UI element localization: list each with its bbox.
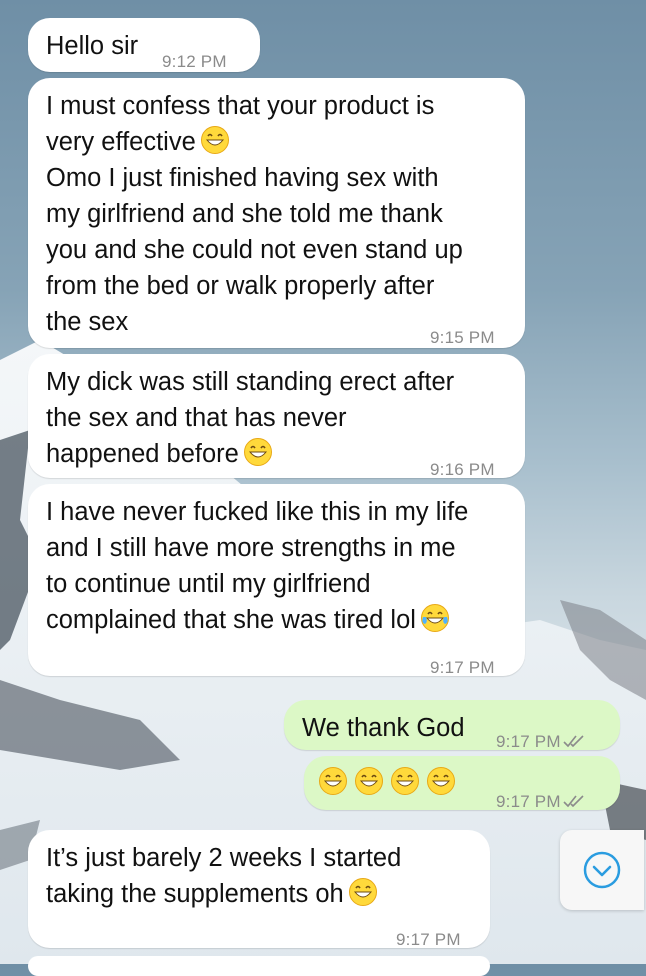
message-line: happened before <box>46 440 239 468</box>
incoming-message[interactable]: I must confess that your product is very… <box>28 78 525 348</box>
message-line: the sex and that has never <box>46 404 347 432</box>
grinning-face-icon <box>355 767 383 795</box>
message-time: 9:17 PM <box>496 732 561 751</box>
message-line: you and she could not even stand up <box>46 236 463 264</box>
message-line: I have never fucked like this in my life <box>46 498 469 526</box>
incoming-message[interactable]: It’s just barely 2 weeks I started takin… <box>28 830 490 949</box>
outgoing-message[interactable]: 9:17 PM <box>304 756 620 811</box>
message-time: 9:12 PM <box>162 52 227 71</box>
grinning-face-icon <box>391 767 419 795</box>
message-time: 9:17 PM <box>430 658 495 677</box>
next-message-edge <box>28 956 490 976</box>
message-time: 9:17 PM <box>496 792 561 811</box>
read-ticks-icon <box>563 735 584 748</box>
message-line: my girlfriend and she told me thank <box>46 200 443 228</box>
emoji-row <box>318 766 456 796</box>
message-text: Hello sir <box>46 32 139 60</box>
message-time-wrap: 9:17 PM <box>496 724 585 760</box>
grinning-face-icon <box>243 438 272 466</box>
incoming-message[interactable]: I have never fucked like this in my life… <box>28 484 525 677</box>
tears-of-joy-icon <box>420 604 449 632</box>
read-ticks-icon <box>563 795 584 808</box>
message-time-wrap: 9:17 PM <box>496 784 585 820</box>
outgoing-message[interactable]: We thank God 9:17 PM <box>284 700 620 751</box>
message-line: It’s just barely 2 weeks I started <box>46 844 402 872</box>
message-line: from the bed or walk properly after <box>46 272 435 300</box>
incoming-message[interactable]: Hello sir 9:12 PM <box>28 18 260 72</box>
message-time: 9:15 PM <box>430 328 495 347</box>
message-line: complained that she was tired lol <box>46 606 416 634</box>
message-text: We thank God <box>302 714 465 742</box>
message-line: and I still have more strengths in me <box>46 534 456 562</box>
message-line: very effective <box>46 128 196 156</box>
chevron-down-icon <box>583 851 621 889</box>
grinning-face-icon <box>319 767 347 795</box>
grinning-face-icon <box>200 126 229 154</box>
message-line: to continue until my girlfriend <box>46 570 371 598</box>
message-time: 9:16 PM <box>430 460 495 479</box>
message-line: I must confess that your product is <box>46 92 435 120</box>
message-time: 9:17 PM <box>396 930 461 949</box>
incoming-message[interactable]: My dick was still standing erect after t… <box>28 354 525 479</box>
message-line: My dick was still standing erect after <box>46 368 455 396</box>
message-line: Omo I just finished having sex with <box>46 164 439 192</box>
message-line: taking the supplements oh <box>46 880 344 908</box>
scroll-to-bottom-button[interactable] <box>560 830 644 910</box>
grinning-face-icon <box>348 878 377 906</box>
grinning-face-icon <box>427 767 455 795</box>
